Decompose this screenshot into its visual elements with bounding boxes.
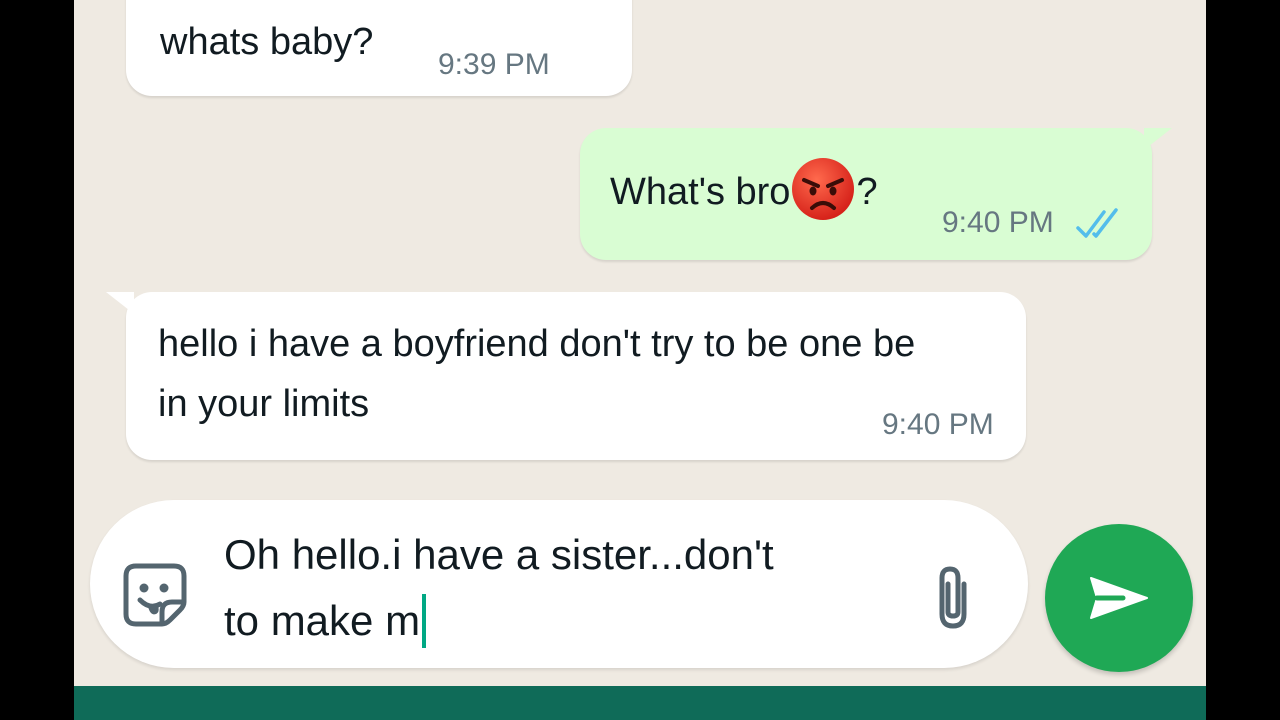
message-time: 9:40 PM: [882, 408, 994, 441]
bubble-tail: [1144, 128, 1172, 150]
send-arrow-icon: [1090, 577, 1148, 619]
message-text: What's bro ?: [610, 157, 878, 222]
message-text-part: ?: [856, 171, 878, 213]
bubble-tail: [106, 292, 134, 314]
message-input[interactable]: Oh hello.i have a sister...don't to make…: [224, 522, 924, 654]
input-line: to make m: [224, 588, 924, 654]
send-button[interactable]: [1045, 524, 1193, 672]
message-input-bar[interactable]: Oh hello.i have a sister...don't to make…: [90, 500, 1028, 668]
read-receipt-double-check-icon: [1076, 208, 1118, 238]
message-line: in your limits: [158, 383, 370, 425]
message-line: hello i have a boyfriend don't try to be…: [158, 323, 916, 365]
sticker-icon[interactable]: [122, 562, 188, 628]
message-bubble-incoming[interactable]: hello i have a boyfriend don't try to be…: [126, 292, 1026, 460]
message-bubble-incoming[interactable]: whats baby? 9:39 PM: [126, 0, 632, 96]
text-cursor: [422, 593, 427, 648]
message-time: 9:40 PM: [942, 206, 1054, 239]
input-line: Oh hello.i have a sister...don't: [224, 531, 774, 578]
paperclip-icon[interactable]: [930, 562, 976, 632]
angry-face-emoji-icon: [792, 157, 855, 220]
message-time: 9:39 PM: [438, 48, 550, 81]
message-text-part: What's bro: [610, 171, 791, 213]
message-text: whats baby?: [160, 21, 374, 63]
chat-screen: whats baby? 9:39 PM What's bro ? 9:40 PM: [74, 0, 1206, 720]
input-line-text: to make m: [224, 597, 421, 644]
bottom-navigation-bar: [74, 686, 1206, 720]
message-bubble-outgoing[interactable]: What's bro ? 9:40 PM: [580, 128, 1152, 260]
